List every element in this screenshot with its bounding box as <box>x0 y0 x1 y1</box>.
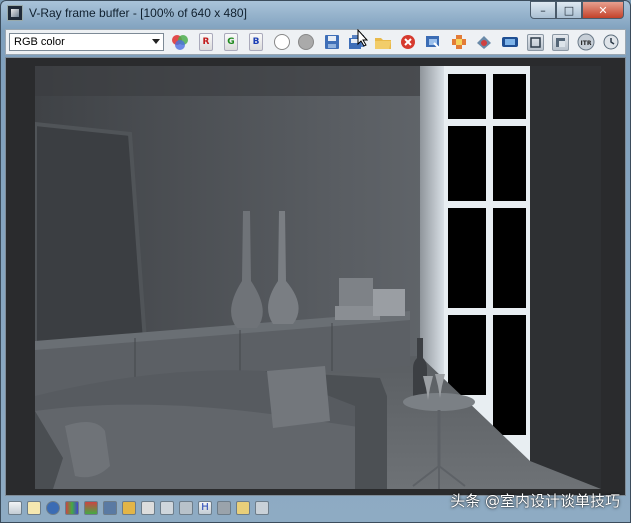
minimize-button[interactable]: – <box>530 1 556 19</box>
link-to-render-icon[interactable] <box>527 34 544 51</box>
icc-icon[interactable] <box>179 501 193 515</box>
grid-icon[interactable] <box>255 501 269 515</box>
pencil-icon[interactable] <box>236 501 250 515</box>
red-channel-button[interactable]: R <box>199 33 213 51</box>
region-render-icon[interactable] <box>500 32 520 52</box>
histogram-icon[interactable] <box>103 501 117 515</box>
vfb-window: V-Ray frame buffer - [100% of 640 x 480]… <box>0 0 631 523</box>
white-circle-icon[interactable] <box>274 34 290 50</box>
vfb-toolbar: RGB color R G B ITR <box>5 29 626 55</box>
exposure-icon[interactable] <box>141 501 155 515</box>
settings-icon[interactable] <box>160 501 174 515</box>
help-icon[interactable] <box>46 501 60 515</box>
open-folder-icon[interactable] <box>373 32 393 52</box>
caption-buttons: – □ ✕ <box>530 1 624 19</box>
stamp-icon[interactable]: ITR <box>576 32 596 52</box>
lut-icon[interactable] <box>65 501 79 515</box>
levels-icon[interactable] <box>84 501 98 515</box>
blue-channel-button[interactable]: B <box>249 33 263 51</box>
clear-image-icon[interactable] <box>398 32 418 52</box>
close-button[interactable]: ✕ <box>582 1 624 19</box>
color-picker-icon[interactable] <box>170 32 190 52</box>
rendered-scene <box>35 66 601 489</box>
title-bar[interactable]: V-Ray frame buffer - [100% of 640 x 480]… <box>1 1 630 25</box>
hsv-button[interactable]: H <box>198 501 212 515</box>
ocio-icon[interactable] <box>217 501 231 515</box>
info-icon[interactable] <box>27 501 41 515</box>
mouse-cursor-icon <box>357 28 369 52</box>
save-icon[interactable] <box>322 32 342 52</box>
maximize-button[interactable]: □ <box>556 1 582 19</box>
render-viewport[interactable] <box>5 57 626 496</box>
chevron-down-icon <box>152 39 160 44</box>
vray-app-icon <box>7 5 23 21</box>
display-colors-icon[interactable] <box>8 501 22 515</box>
track-mouse-icon[interactable] <box>449 32 469 52</box>
channel-select[interactable]: RGB color <box>9 33 164 51</box>
compare-icon[interactable] <box>552 34 569 51</box>
gray-circle-icon[interactable] <box>298 34 314 50</box>
history-icon[interactable] <box>601 32 621 52</box>
watermark-text: 头条 @室内设计谈单技巧 <box>450 492 620 510</box>
window-title: V-Ray frame buffer - [100% of 640 x 480] <box>29 6 247 20</box>
green-channel-button[interactable]: G <box>224 33 238 51</box>
rendered-image <box>35 66 601 489</box>
lens-effects-icon[interactable] <box>474 32 494 52</box>
curve-icon[interactable] <box>122 501 136 515</box>
svg-text:ITR: ITR <box>581 40 592 47</box>
channel-select-value: RGB color <box>14 36 65 48</box>
duplicate-to-history-icon[interactable] <box>423 32 443 52</box>
